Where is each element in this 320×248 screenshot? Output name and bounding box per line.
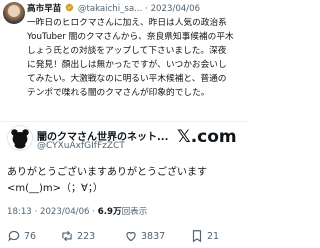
quoted-tweet-text-line: に発見！顔出しは無かったですが、いつかお会いし (27, 60, 227, 70)
reply-icon (8, 230, 20, 242)
svg-text:𝕏.com: 𝕏.com (177, 127, 237, 146)
quoted-tweet-text-line: しょう氏との対談をアップして下さいました。深夜 (27, 46, 227, 56)
bookmark-icon (192, 230, 202, 243)
retweet-button[interactable]: 223 (60, 228, 95, 244)
meta-separator: · (92, 207, 95, 217)
tweet-meta: 18:13 · 2023/04/06 · 6.9万回表示 (7, 205, 147, 217)
quoted-author-avatar[interactable] (3, 2, 25, 24)
verified-badge-icon (65, 3, 74, 12)
header-separator: · (145, 4, 148, 14)
action-bar: 76 223 3837 21 (0, 224, 250, 246)
tweet-text-line: <m(__)m>（；∀；） (7, 183, 103, 194)
retweet-icon (62, 230, 72, 242)
quoted-tweet-text-line: てみたい。大激戦なのに明るい平木候補と、普通の (27, 74, 227, 84)
like-count: 3837 (141, 230, 166, 242)
quoted-tweet-text-line: YouTuber 闇のクマさんから、奈良県知事候補の平木 (27, 32, 234, 42)
meta-separator: · (34, 207, 38, 217)
bear-icon (11, 129, 29, 149)
heart-icon (126, 231, 136, 242)
quoted-tweet-text-line: テンポで喋れる闇のクマさんが印象的でした。 (27, 88, 210, 98)
views-count[interactable]: 6.9万 (98, 207, 122, 217)
tweet-text-line: ありがとうございますありがとうございます (7, 167, 207, 178)
tweet-time[interactable]: 18:13 (7, 207, 32, 217)
author-avatar[interactable] (7, 125, 33, 151)
retweet-count: 223 (77, 230, 96, 242)
quoted-tweet-header: 高市早苗 @takaichi_sa... · 2023/04/06 (27, 2, 249, 16)
quoted-author-handle[interactable]: @takaichi_sa... (78, 4, 143, 14)
views-label: 回表示 (121, 207, 148, 217)
bookmark-count: 21 (207, 230, 220, 242)
author-handle[interactable]: @CYXuAxfGIfFzZCT (37, 141, 125, 151)
bookmark-button[interactable]: 21 (190, 228, 219, 244)
x-com-logo: 𝕏.com (177, 127, 237, 146)
reply-count: 76 (24, 230, 37, 242)
quoted-tweet-date[interactable]: 2023/04/06 (151, 4, 201, 14)
quoted-tweet-text-line: 一昨日のヒロクマさんに加え、昨日は人気の政治系 (27, 18, 227, 28)
like-button[interactable]: 3837 (124, 228, 165, 244)
section-divider (0, 121, 250, 122)
quoted-tweet[interactable]: 高市早苗 @takaichi_sa... · 2023/04/06 一昨日のヒロ… (0, 0, 250, 120)
reply-button[interactable]: 76 (7, 228, 36, 244)
tweet-date[interactable]: 2023/04/06 (40, 207, 90, 217)
quoted-author-name[interactable]: 高市早苗 (27, 4, 61, 14)
